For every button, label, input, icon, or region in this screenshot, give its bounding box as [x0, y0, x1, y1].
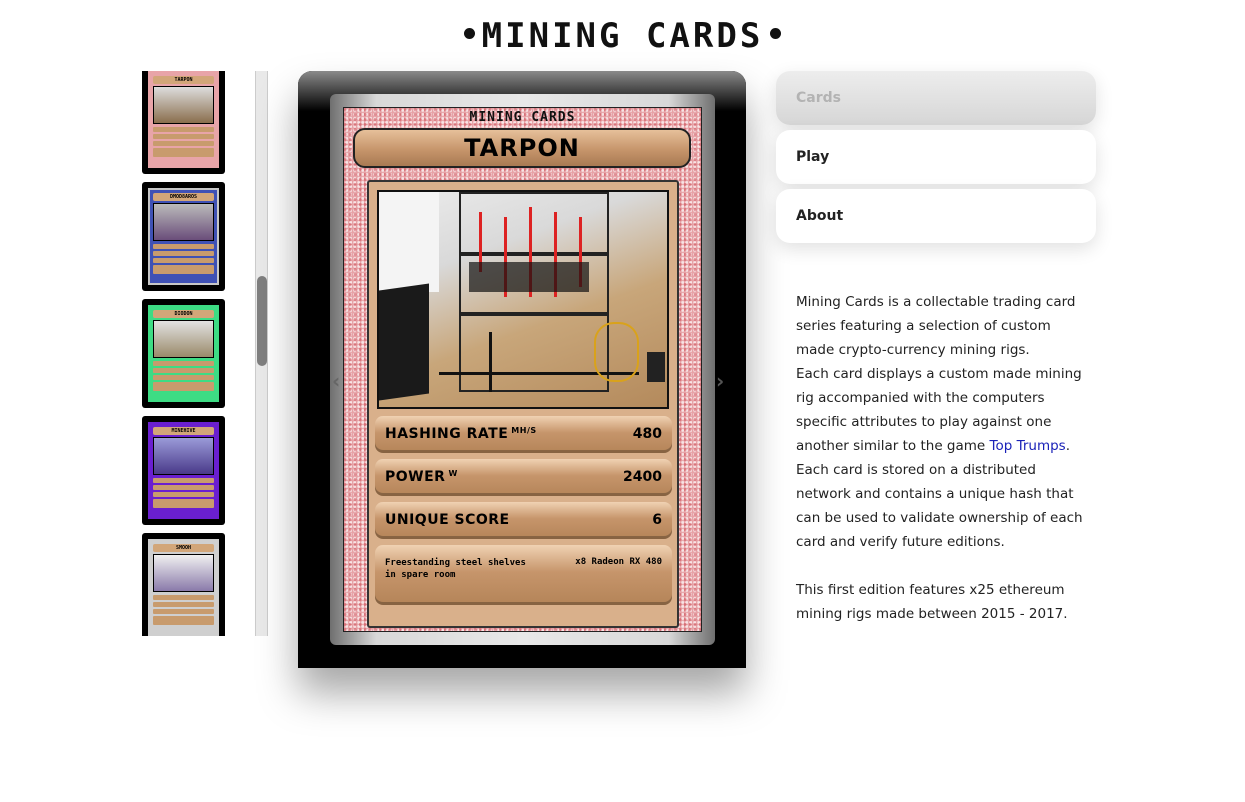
thumbnail-stat-row	[153, 361, 214, 366]
photo-gpus	[469, 262, 589, 292]
thumbnail-stat-row	[153, 609, 214, 614]
stat-value: 480	[632, 426, 662, 442]
thumbnail-frame: TARPON	[148, 71, 219, 168]
photo-yellow-cables	[594, 322, 639, 382]
thumbnail-stat-row	[153, 141, 214, 146]
site-title-text: MINING CARDS	[481, 16, 764, 56]
thumbnail-stat-row	[153, 485, 214, 490]
photo-rig-shelf	[459, 312, 609, 316]
thumbnail-stat-row	[153, 478, 214, 483]
menu-item-play[interactable]: Play	[776, 130, 1096, 184]
thumbnail-name: DIODON	[153, 310, 214, 318]
stat-label: UNIQUE SCORE	[385, 512, 510, 528]
thumbnail-scrollbar[interactable]	[255, 71, 268, 636]
thumbnail-stat-row	[153, 595, 214, 600]
about-paragraph: This first edition features x25 ethereum…	[796, 582, 1068, 622]
stat-label-text: POWER	[385, 469, 446, 485]
thumbnail-card[interactable]: MINEHIVE	[142, 416, 225, 525]
thumbnail-name: SMOOH	[153, 544, 214, 552]
thumbnail-frame: DIODON	[148, 305, 219, 402]
scrollbar-thumb[interactable]	[257, 276, 267, 366]
title-dot-icon	[770, 28, 782, 39]
title-dot-icon	[463, 28, 475, 39]
about-paragraph: Each card displays a custom made mining …	[796, 362, 1086, 458]
stat-label-text: HASHING RATE	[385, 426, 509, 442]
about-paragraph: Each card is stored on a distributed net…	[796, 462, 1083, 550]
thumbnail-stat-row	[153, 368, 214, 373]
thumbnail-card[interactable]: DMOD8AROS	[142, 182, 225, 291]
about-text: Mining Cards is a collectable trading ca…	[796, 290, 1086, 626]
card-series-title: MINING CARDS	[469, 110, 576, 125]
stat-unique-score: UNIQUE SCORE 6	[375, 502, 672, 539]
thumbnail-name: DMOD8AROS	[153, 193, 214, 201]
thumbnail-stat-row	[153, 258, 214, 263]
thumbnail-card[interactable]: DIODON	[142, 299, 225, 408]
stat-hashing-rate: HASHING RATE MH/S 480	[375, 416, 672, 453]
thumbnail-stat-row	[153, 499, 214, 508]
about-text-span: .	[1065, 438, 1071, 454]
card-photo	[377, 190, 669, 409]
card-body: HASHING RATE MH/S 480 POWER W 2400 UNIQUE …	[367, 180, 679, 628]
description-location: Freestanding steel shelves in spare room	[385, 558, 526, 580]
stat-label: POWER W	[385, 469, 458, 485]
card-frame: MINING CARDS TARPON HASHING RATE MH/S 48…	[330, 94, 715, 645]
thumbnail-photo	[153, 320, 214, 358]
stat-value: 6	[652, 512, 662, 528]
thumbnail-frame: DMOD8AROS	[148, 188, 219, 285]
stat-label-text: UNIQUE SCORE	[385, 512, 510, 528]
card-name: TARPON	[353, 128, 691, 168]
main-menu: Cards Play About	[776, 71, 1096, 248]
photo-wall	[379, 192, 439, 292]
card-viewer: MINING CARDS TARPON HASHING RATE MH/S 48…	[298, 71, 746, 668]
thumbnail-card[interactable]: SMOOH	[142, 533, 225, 636]
thumbnail-stat-row	[153, 616, 214, 625]
photo-psu	[647, 352, 665, 382]
thumbnail-card[interactable]: TARPON	[142, 71, 225, 174]
thumbnail-name: MINEHIVE	[153, 427, 214, 435]
thumbnail-strip: TARPON DMOD8AROS DIODON MINEHIVE SMOOH	[142, 71, 226, 636]
photo-wire	[489, 332, 492, 392]
thumbnail-stat-row	[153, 492, 214, 497]
menu-item-cards[interactable]: Cards	[776, 71, 1096, 125]
thumbnail-stat-row	[153, 265, 214, 274]
site-title: MINING CARDS	[0, 16, 1245, 56]
card: MINING CARDS TARPON HASHING RATE MH/S 48…	[343, 107, 702, 632]
thumbnail-photo	[153, 437, 214, 475]
thumbnail-stat-row	[153, 382, 214, 391]
top-trumps-link[interactable]: Top Trumps	[990, 438, 1066, 454]
menu-item-about[interactable]: About	[776, 189, 1096, 243]
thumbnail-photo	[153, 554, 214, 592]
thumbnail-stat-row	[153, 375, 214, 380]
card-description: Freestanding steel shelves in spare room…	[375, 545, 672, 605]
thumbnail-photo	[153, 86, 214, 124]
stat-unit: W	[448, 469, 458, 478]
stat-value: 2400	[623, 469, 662, 485]
stat-power: POWER W 2400	[375, 459, 672, 496]
thumbnail-stat-row	[153, 251, 214, 256]
about-paragraph: Mining Cards is a collectable trading ca…	[796, 294, 1076, 358]
description-hardware: x8 Radeon RX 480	[575, 557, 662, 567]
stat-unit: MH/S	[511, 426, 537, 435]
thumbnail-frame: SMOOH	[148, 539, 219, 636]
prev-arrow-icon[interactable]: ‹	[332, 369, 340, 393]
photo-monitor	[379, 283, 429, 401]
thumbnail-stat-row	[153, 244, 214, 249]
thumbnail-frame: MINEHIVE	[148, 422, 219, 519]
thumbnail-stat-row	[153, 127, 214, 132]
thumbnail-stat-row	[153, 134, 214, 139]
thumbnail-name: TARPON	[153, 76, 214, 84]
thumbnail-stat-row	[153, 602, 214, 607]
next-arrow-icon[interactable]: ›	[716, 369, 724, 393]
thumbnail-photo	[153, 203, 214, 241]
thumbnail-stat-row	[153, 148, 214, 157]
stat-label: HASHING RATE MH/S	[385, 426, 537, 442]
